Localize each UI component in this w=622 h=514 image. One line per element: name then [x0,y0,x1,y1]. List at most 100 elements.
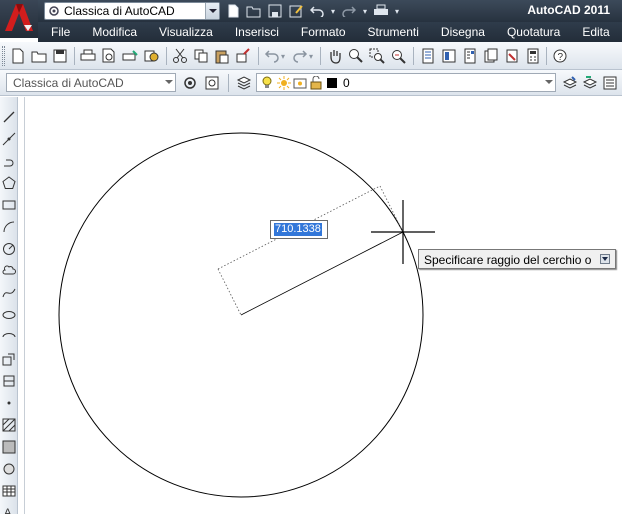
workspace-label: Classica di AutoCAD [64,4,175,18]
dimension-tick [217,268,242,316]
open-folder-icon[interactable] [29,46,49,66]
point-icon[interactable] [1,395,17,411]
chevron-down-icon[interactable] [205,3,219,19]
rectangle-icon[interactable] [1,197,17,213]
menu-file[interactable]: File [40,25,81,39]
region-icon[interactable] [1,461,17,477]
workspace-combo-label: Classica di AutoCAD [13,76,124,90]
properties-icon[interactable] [418,46,438,66]
app-title: AutoCAD 2011 [527,3,610,17]
toolbar-grip[interactable] [2,46,5,66]
options-arrow-down-icon[interactable] [600,254,610,264]
polyline-icon[interactable] [1,153,17,169]
publish-icon[interactable] [120,46,140,66]
zoom-previous-icon[interactable] [388,46,408,66]
workspace-combo[interactable]: Classica di AutoCAD [6,73,176,92]
svg-text:?: ? [558,52,564,63]
help-icon[interactable]: ? [550,46,570,66]
quickcalc-icon[interactable] [523,46,543,66]
layer-combo[interactable]: 0 [256,73,556,92]
paste-icon[interactable] [212,46,232,66]
svg-text:A: A [4,507,12,514]
dynamic-input-radius-field[interactable]: 710.1338 [270,220,328,239]
autocad-logo-icon [5,4,33,31]
new-file-icon[interactable] [224,2,242,20]
undo-dropdown-icon[interactable]: ▾ [279,46,287,66]
markup-set-manager-icon[interactable] [502,46,522,66]
chevron-down-icon[interactable] [542,74,555,91]
arc-icon[interactable] [1,219,17,235]
ellipse-icon[interactable] [1,307,17,323]
hatch-icon[interactable] [1,417,17,433]
plot-icon[interactable] [372,2,390,20]
title-bar: Classica di AutoCAD ▾ ▾ ▾ AutoCAD 2011 [0,0,622,22]
redo-icon[interactable] [340,2,358,20]
new-file-icon[interactable] [8,46,28,66]
copy-icon[interactable] [191,46,211,66]
application-menu-button[interactable] [0,0,38,38]
3d-dwf-icon[interactable] [141,46,161,66]
menu-visualizza[interactable]: Visualizza [148,25,224,39]
make-block-icon[interactable] [1,373,17,389]
menu-quotatura[interactable]: Quotatura [496,25,571,39]
revision-cloud-icon[interactable] [1,263,17,279]
command-prompt-text: Specificare raggio del cerchio o [424,253,592,267]
circle-icon[interactable] [1,241,17,257]
insert-block-icon[interactable] [1,351,17,367]
layer-states-icon[interactable] [600,73,620,93]
workspace-settings-icon[interactable] [180,73,200,93]
redo-dropdown-icon[interactable]: ▾ [307,46,315,66]
save-as-icon[interactable] [287,2,305,20]
sun-freeze-icon[interactable] [277,76,291,90]
tool-palettes-icon[interactable] [460,46,480,66]
menu-inserisci[interactable]: Inserisci [224,25,290,39]
customize-icon[interactable] [202,73,222,93]
multiline-text-icon[interactable]: A [1,503,17,514]
unlock-icon[interactable] [309,76,323,90]
cut-icon[interactable] [170,46,190,66]
workspace-selector[interactable]: Classica di AutoCAD [44,2,220,20]
undo-dropdown-icon[interactable]: ▾ [329,2,337,20]
radius-value: 710.1338 [274,223,322,236]
command-prompt-tooltip: Specificare raggio del cerchio o [418,249,616,269]
viewport-freeze-icon[interactable] [293,76,307,90]
gradient-icon[interactable] [1,439,17,455]
draw-toolbar: A [0,97,18,514]
menu-formato[interactable]: Formato [290,25,357,39]
menu-disegna[interactable]: Disegna [430,25,496,39]
plot-icon[interactable] [78,46,98,66]
construction-line-icon[interactable] [1,131,17,147]
current-layer-name: 0 [343,76,350,90]
layer-properties-icon[interactable] [234,73,254,93]
undo-icon[interactable] [308,2,326,20]
sheet-set-manager-icon[interactable] [481,46,501,66]
zoom-window-icon[interactable] [367,46,387,66]
plot-preview-icon[interactable] [99,46,119,66]
lightbulb-icon[interactable] [260,76,274,90]
table-icon[interactable] [1,483,17,499]
make-object-layer-current-icon[interactable] [560,73,580,93]
menu-strumenti[interactable]: Strumenti [357,25,430,39]
zoom-realtime-icon[interactable] [346,46,366,66]
pan-hand-icon[interactable] [325,46,345,66]
line-icon[interactable] [1,109,17,125]
layer-color-swatch [325,76,339,90]
design-center-icon[interactable] [439,46,459,66]
save-icon[interactable] [266,2,284,20]
redo-dropdown-icon[interactable]: ▾ [361,2,369,20]
ellipse-arc-icon[interactable] [1,329,17,345]
gear-icon [46,3,62,19]
spline-icon[interactable] [1,285,17,301]
open-folder-icon[interactable] [245,2,263,20]
layer-previous-icon[interactable] [580,73,600,93]
save-icon[interactable] [50,46,70,66]
customize-qat-icon[interactable]: ▾ [393,2,401,20]
polygon-icon[interactable] [1,175,17,191]
menu-edita[interactable]: Edita [571,25,620,39]
menu-bar: File Modifica Visualizza Inserisci Forma… [38,22,622,42]
standard-toolbar: ▾ ▾ ? [0,42,622,70]
menu-modifica[interactable]: Modifica [81,25,148,39]
drawing-area[interactable]: 710.1338 Specificare raggio del cerchio … [24,97,622,514]
chevron-down-icon[interactable] [162,74,175,91]
match-properties-icon[interactable] [233,46,253,66]
